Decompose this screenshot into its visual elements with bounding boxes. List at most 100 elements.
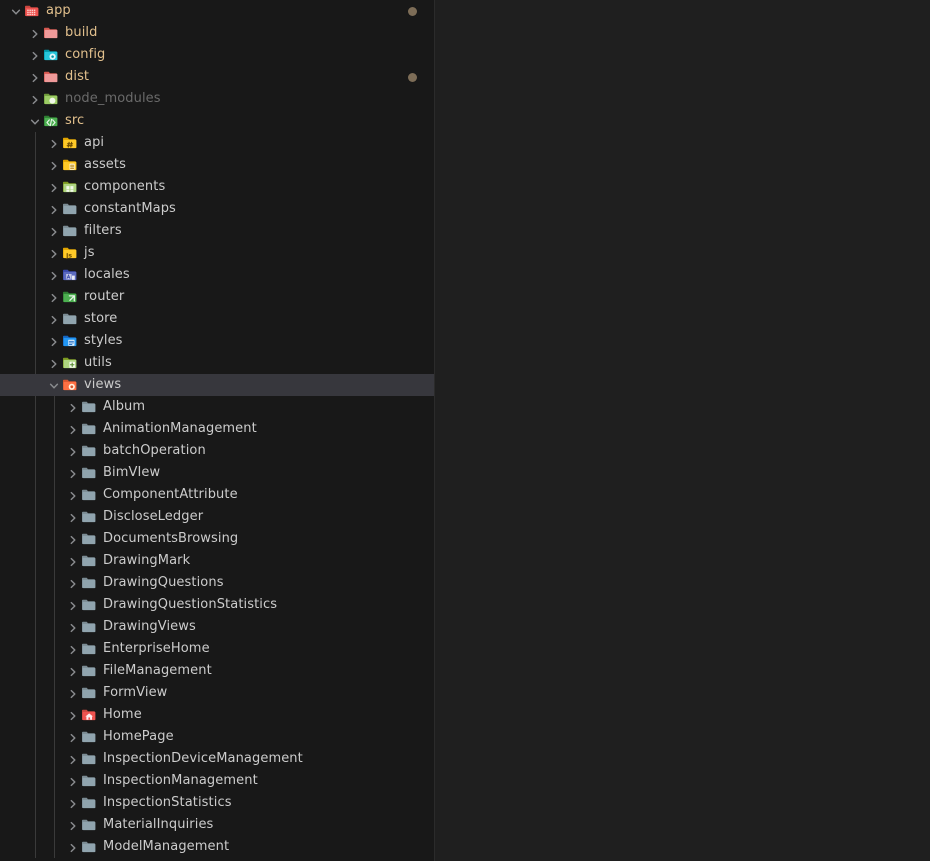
tree-row[interactable]: BimVIew [0,462,434,484]
folder-icon [81,421,97,437]
tree-row[interactable]: FileManagement [0,660,434,682]
tree-row[interactable]: ModelManagement [0,836,434,858]
chevron-right-icon[interactable] [65,484,81,506]
tree-row[interactable]: js js [0,242,434,264]
tree-row[interactable]: batchOperation [0,440,434,462]
tree-row[interactable]: dist [0,66,434,88]
tree-row[interactable]: EnterpriseHome [0,638,434,660]
chevron-right-icon[interactable] [27,22,43,44]
folder-icon [81,465,97,481]
tree-row[interactable]: components [0,176,434,198]
tree-row-label: build [65,25,98,40]
chevron-right-icon[interactable] [46,264,62,286]
tree-row[interactable]: filters [0,220,434,242]
tree-row[interactable]: AnimationManagement [0,418,434,440]
chevron-down-icon[interactable] [8,0,24,22]
tree-row[interactable]: locales [0,264,434,286]
editor-area [435,0,930,861]
folder-icon [81,443,97,459]
tree-row[interactable]: utils [0,352,434,374]
folder-icon [81,751,97,767]
tree-row[interactable]: MaterialInquiries [0,814,434,836]
tree-row-label: DiscloseLedger [103,509,204,524]
tree-row[interactable]: build [0,22,434,44]
chevron-right-icon[interactable] [46,132,62,154]
folder-dist-icon [43,25,59,41]
chevron-right-icon[interactable] [65,616,81,638]
chevron-right-icon[interactable] [65,396,81,418]
chevron-right-icon[interactable] [65,550,81,572]
chevron-right-icon[interactable] [65,660,81,682]
chevron-right-icon[interactable] [65,594,81,616]
chevron-down-icon[interactable] [46,374,62,396]
tree-row[interactable]: constantMaps [0,198,434,220]
chevron-right-icon[interactable] [65,462,81,484]
file-tree[interactable]: app build config dist node_modules src api asse… [0,0,434,858]
tree-row[interactable]: config [0,44,434,66]
tree-row[interactable]: InspectionDeviceManagement [0,748,434,770]
folder-icon [81,531,97,547]
chevron-right-icon[interactable] [65,440,81,462]
tree-row[interactable]: Album [0,396,434,418]
tree-row-label: EnterpriseHome [103,641,210,656]
chevron-right-icon[interactable] [65,748,81,770]
tree-row[interactable]: router [0,286,434,308]
tree-row[interactable]: api [0,132,434,154]
tree-row-label: components [84,179,166,194]
tree-row[interactable]: DrawingQuestions [0,572,434,594]
tree-row[interactable]: HomePage [0,726,434,748]
tree-row[interactable]: DrawingViews [0,616,434,638]
chevron-right-icon[interactable] [65,572,81,594]
tree-row[interactable]: InspectionManagement [0,770,434,792]
chevron-right-icon[interactable] [65,726,81,748]
tree-row[interactable]: DrawingMark [0,550,434,572]
chevron-right-icon[interactable] [46,330,62,352]
tree-row-label: locales [84,267,130,282]
folder-styles-icon [62,333,78,349]
folder-icon [62,201,78,217]
chevron-right-icon[interactable] [65,704,81,726]
chevron-right-icon[interactable] [65,682,81,704]
tree-row[interactable]: assets [0,154,434,176]
chevron-right-icon[interactable] [46,154,62,176]
chevron-right-icon[interactable] [46,308,62,330]
tree-row[interactable]: Home [0,704,434,726]
tree-row-label: app [46,3,71,18]
tree-row[interactable]: ComponentAttribute [0,484,434,506]
chevron-right-icon[interactable] [46,176,62,198]
tree-row-label: utils [84,355,112,370]
tree-row[interactable]: DiscloseLedger [0,506,434,528]
tree-row[interactable]: FormView [0,682,434,704]
tree-row[interactable]: DocumentsBrowsing [0,528,434,550]
chevron-right-icon[interactable] [65,814,81,836]
tree-row-label: router [84,289,125,304]
folder-locales-icon [62,267,78,283]
tree-row[interactable]: store [0,308,434,330]
tree-row-label: js [84,245,95,260]
tree-row[interactable]: styles [0,330,434,352]
chevron-right-icon[interactable] [27,66,43,88]
chevron-right-icon[interactable] [65,638,81,660]
tree-row[interactable]: node_modules [0,88,434,110]
chevron-right-icon[interactable] [46,220,62,242]
chevron-right-icon[interactable] [65,506,81,528]
chevron-right-icon[interactable] [65,836,81,858]
chevron-right-icon[interactable] [46,352,62,374]
chevron-right-icon[interactable] [65,770,81,792]
chevron-right-icon[interactable] [65,528,81,550]
tree-row-label: MaterialInquiries [103,817,214,832]
chevron-down-icon[interactable] [27,110,43,132]
tree-row[interactable]: app [0,0,434,22]
chevron-right-icon[interactable] [65,792,81,814]
tree-row[interactable]: DrawingQuestionStatistics [0,594,434,616]
chevron-right-icon[interactable] [65,418,81,440]
tree-row[interactable]: views [0,374,434,396]
tree-row[interactable]: InspectionStatistics [0,792,434,814]
folder-app-icon [24,3,40,19]
chevron-right-icon[interactable] [27,88,43,110]
chevron-right-icon[interactable] [46,286,62,308]
tree-row[interactable]: src [0,110,434,132]
chevron-right-icon[interactable] [46,198,62,220]
chevron-right-icon[interactable] [27,44,43,66]
chevron-right-icon[interactable] [46,242,62,264]
